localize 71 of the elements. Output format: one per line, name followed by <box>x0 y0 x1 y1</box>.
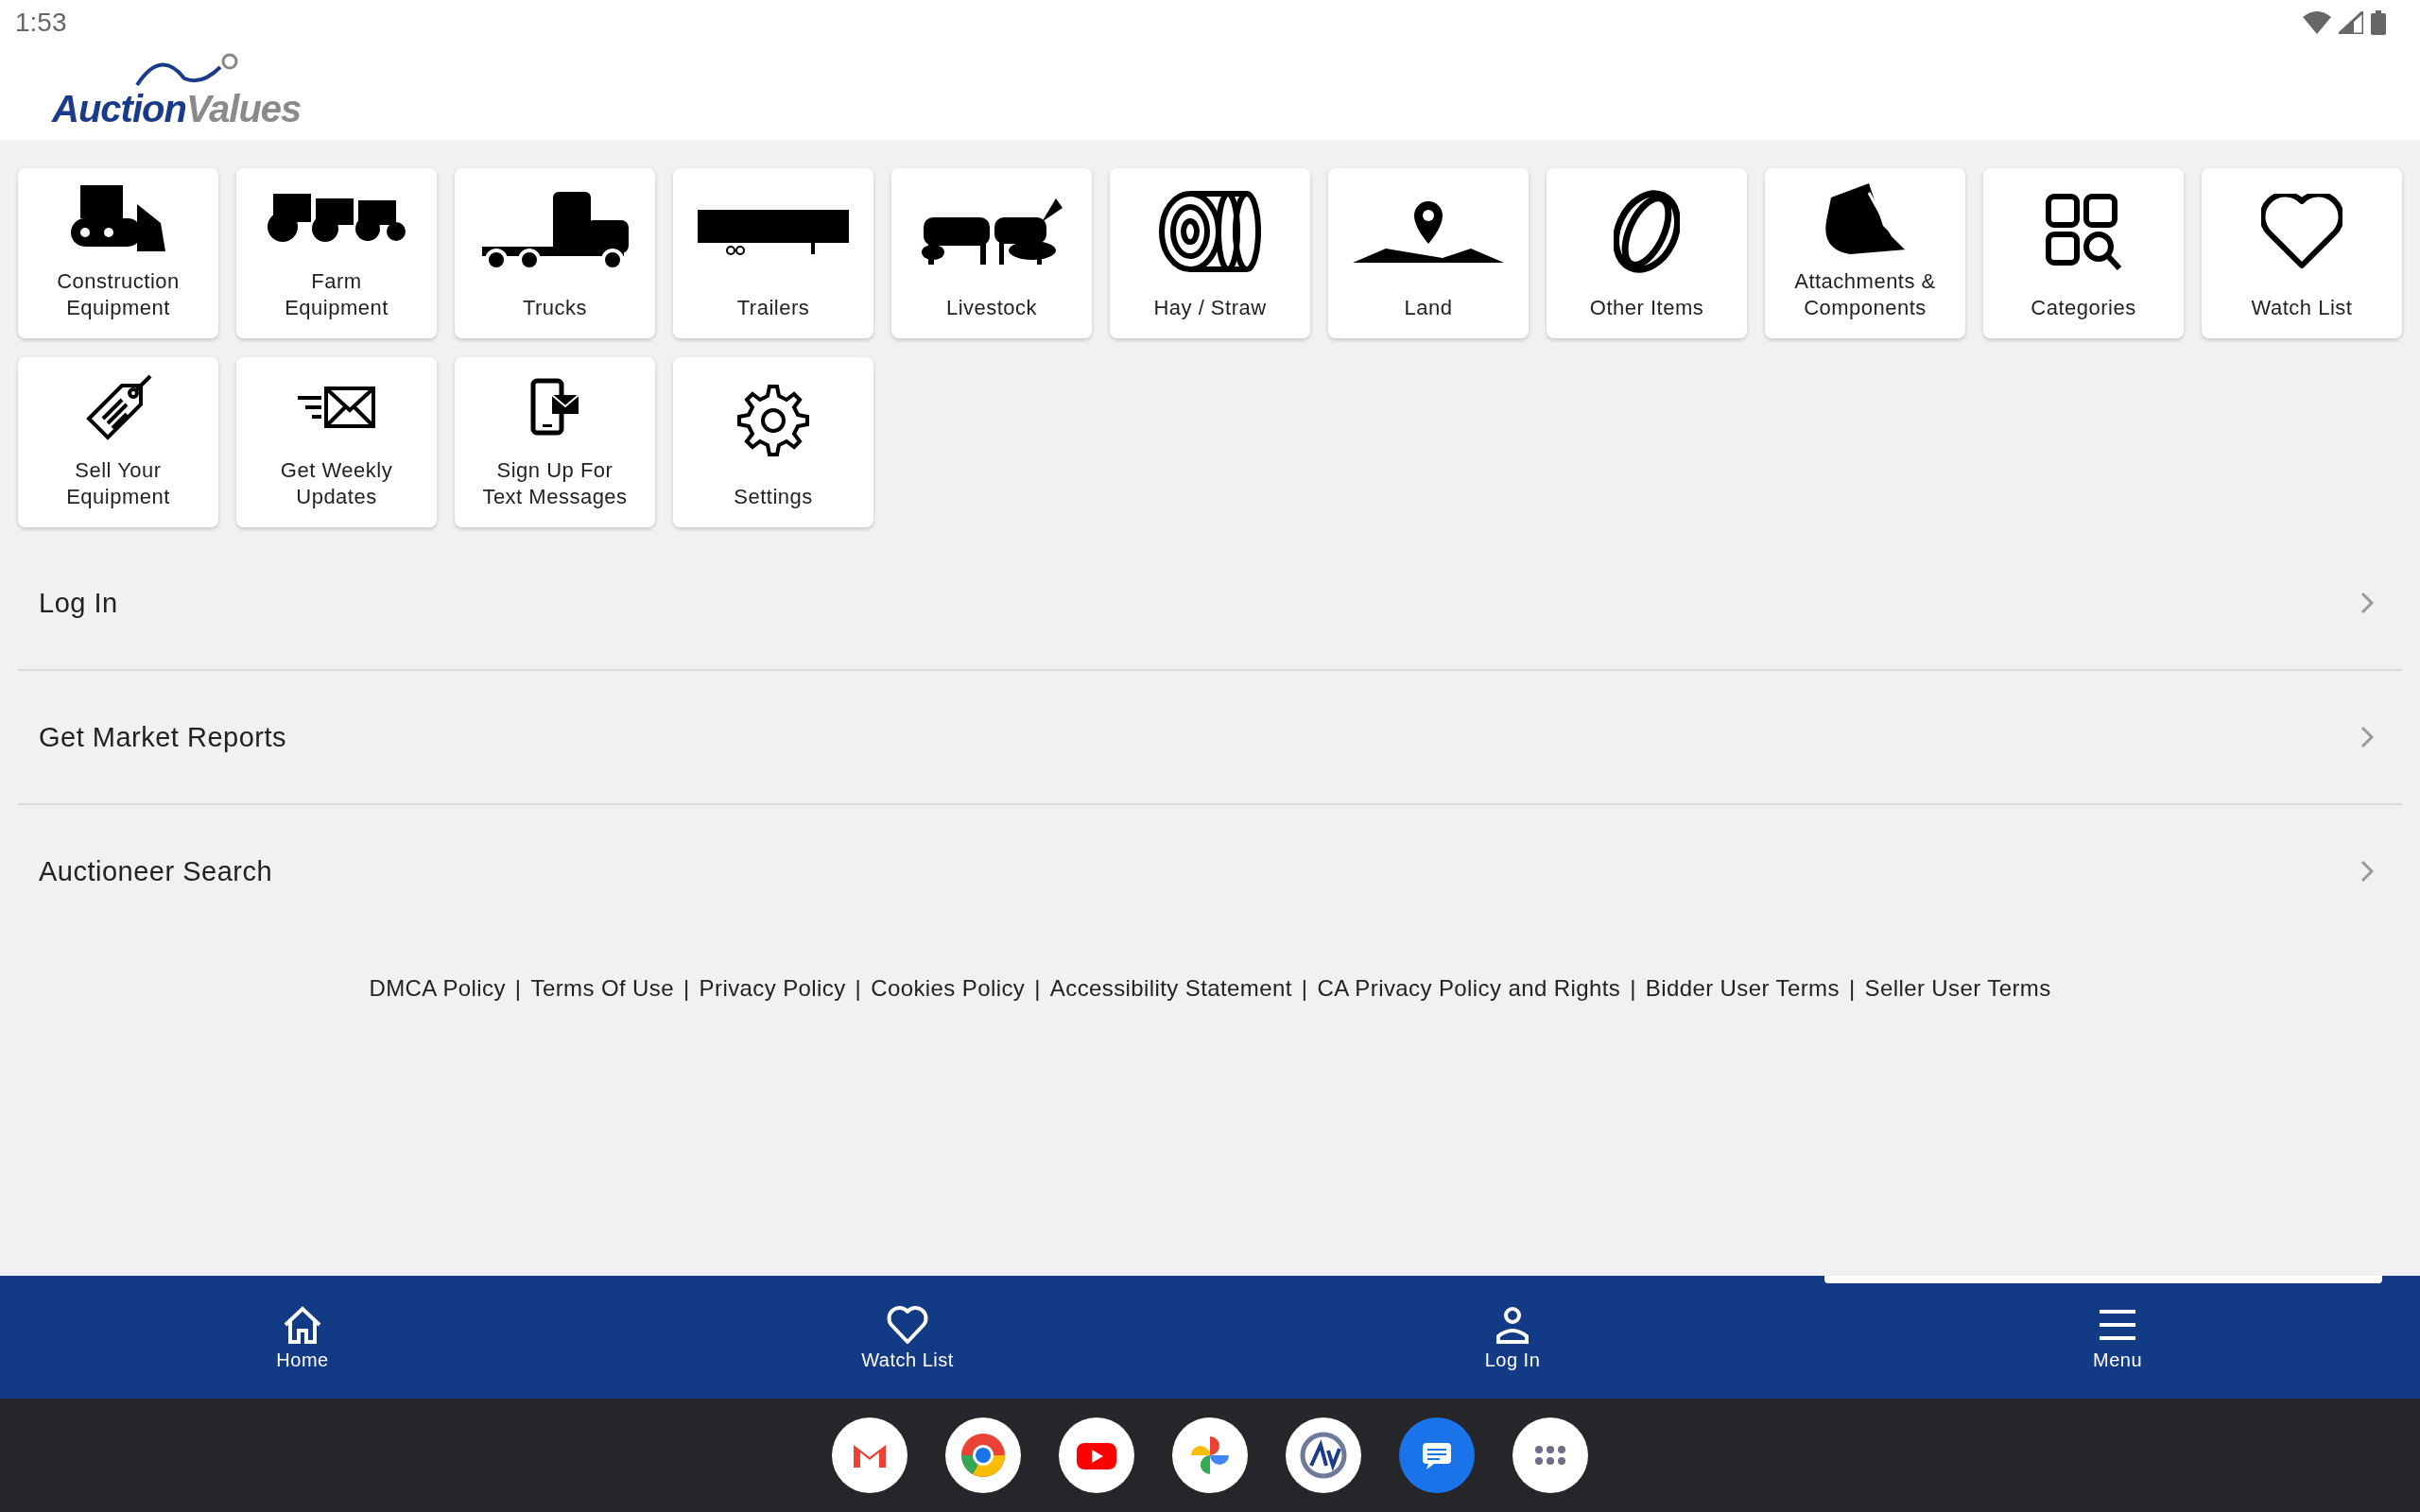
map-pin-icon <box>1351 198 1506 265</box>
category-tile[interactable]: Watch List <box>2202 168 2402 338</box>
menu-row[interactable]: Log In <box>18 537 2402 671</box>
battery-icon <box>2371 10 2386 35</box>
footer-link[interactable]: Privacy Policy <box>699 975 846 1002</box>
logo[interactable]: AuctionValues <box>52 52 309 133</box>
heart-icon <box>2261 194 2342 269</box>
heart-icon <box>886 1303 929 1346</box>
tile-label: Sell Your Equipment <box>65 457 171 510</box>
tile-label: Categories <box>2031 295 2136 321</box>
tile-label: Hay / Straw <box>1153 295 1267 321</box>
category-tile[interactable]: Get Weekly Updates <box>236 357 437 527</box>
category-tile[interactable]: Sell Your Equipment <box>18 357 218 527</box>
footer-link[interactable]: CA Privacy Policy and Rights <box>1317 975 1621 1002</box>
category-tile[interactable]: Land <box>1328 168 1529 338</box>
tile-label: Settings <box>734 484 813 510</box>
category-tile[interactable]: Other Items <box>1547 168 1747 338</box>
category-tile[interactable]: Construction Equipment <box>18 168 218 338</box>
tile-label: Construction Equipment <box>56 268 181 321</box>
categories-icon <box>2043 191 2124 272</box>
separator: | <box>683 975 690 1002</box>
signal-icon <box>2339 11 2363 34</box>
category-tile[interactable]: Settings <box>673 357 873 527</box>
tile-label: Watch List <box>2251 295 2353 321</box>
category-tile[interactable]: Farm Equipment <box>236 168 437 338</box>
tile-label: Sign Up For Text Messages <box>481 457 629 510</box>
nav-tab[interactable]: Watch List <box>605 1276 1210 1399</box>
category-tile[interactable]: Categories <box>1983 168 2184 338</box>
tile-label: Other Items <box>1589 295 1704 321</box>
tile-label: Farm Equipment <box>284 268 389 321</box>
separator: | <box>1848 975 1856 1002</box>
tile-label: Get Weekly Updates <box>279 457 394 510</box>
chevron-icon <box>2360 860 2374 883</box>
category-tile[interactable]: Trucks <box>455 168 655 338</box>
tile-label: Trucks <box>522 295 588 321</box>
tile-label: Trailers <box>736 295 810 321</box>
phone-message-icon <box>528 377 581 438</box>
tile-label: Livestock <box>945 295 1038 321</box>
footer-link[interactable]: Terms Of Use <box>530 975 674 1002</box>
chevron-icon <box>2360 726 2374 748</box>
bulldozer-icon <box>69 183 167 253</box>
envelope-icon <box>296 385 377 430</box>
footer-link[interactable]: Accessibility Statement <box>1049 975 1292 1002</box>
separator: | <box>1301 975 1308 1002</box>
trailer-icon <box>696 207 851 256</box>
settings-icon <box>735 383 811 458</box>
tile-label: Attachments & Components <box>1793 268 1937 321</box>
nav-tab[interactable]: Log In <box>1210 1276 1815 1399</box>
category-tile[interactable]: Livestock <box>891 168 1092 338</box>
category-tile[interactable]: Sign Up For Text Messages <box>455 357 655 527</box>
ring-icon <box>1614 189 1680 274</box>
livestock-icon <box>919 197 1064 266</box>
footer-link[interactable]: Cookies Policy <box>871 975 1026 1002</box>
category-tile[interactable]: Attachments & Components <box>1765 168 1965 338</box>
separator: | <box>855 975 862 1002</box>
separator: | <box>514 975 522 1002</box>
chevron-icon <box>2360 592 2374 614</box>
separator: | <box>1034 975 1041 1002</box>
category-tile[interactable]: Trailers <box>673 168 873 338</box>
footer-link[interactable]: Seller User Terms <box>1864 975 2051 1002</box>
status-time: 1:53 <box>15 8 67 38</box>
nav-tab[interactable]: Home <box>0 1276 605 1399</box>
footer-link[interactable]: DMCA Policy <box>369 975 506 1002</box>
tile-label: Land <box>1404 295 1453 321</box>
menu-row[interactable]: Auctioneer Search <box>18 805 2402 937</box>
wifi-icon <box>2303 11 2331 34</box>
separator: | <box>1630 975 1636 1002</box>
category-tile[interactable]: Hay / Straw <box>1110 168 1310 338</box>
footer-link[interactable]: Bidder User Terms <box>1645 975 1840 1002</box>
menu-row[interactable]: Get Market Reports <box>18 671 2402 805</box>
hay-bale-icon <box>1156 191 1264 272</box>
